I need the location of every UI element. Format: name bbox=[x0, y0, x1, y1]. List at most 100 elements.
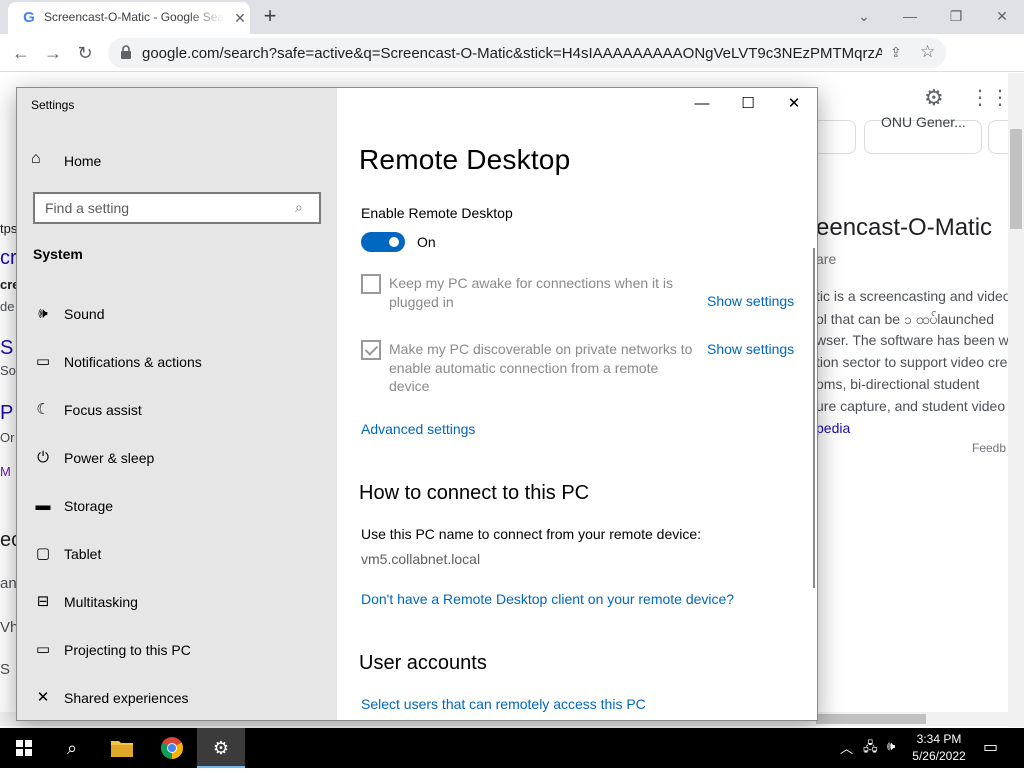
page-title: Remote Desktop bbox=[359, 144, 571, 175]
home-label: Home bbox=[64, 153, 102, 169]
browser-close-button[interactable]: ✕ bbox=[980, 2, 1024, 30]
browser-restore-button[interactable]: ❐ bbox=[934, 2, 978, 30]
url-text: google.com/search?safe=active&q=Screenca… bbox=[142, 45, 882, 62]
network-icon[interactable]: 🖧 bbox=[863, 738, 878, 760]
sidebar-item-label: Tablet bbox=[64, 546, 102, 562]
scrollbar-thumb[interactable] bbox=[816, 714, 926, 724]
volume-icon[interactable]: 🕪 bbox=[887, 738, 895, 754]
search-input[interactable] bbox=[43, 199, 283, 217]
show-hidden-icons-chevron-icon[interactable]: ︿ bbox=[840, 738, 853, 757]
projector-icon: ▭ bbox=[35, 641, 51, 658]
result-fragment[interactable]: M bbox=[0, 464, 11, 479]
sidebar-item-power-sleep[interactable]: ⏻ Power & sleep bbox=[17, 436, 337, 480]
discoverable-label: Make my PC discoverable on private netwo… bbox=[389, 341, 693, 394]
tab-search-icon[interactable]: ⌄ bbox=[842, 2, 886, 30]
browser-minimize-button[interactable]: — bbox=[888, 2, 932, 30]
result-fragment: S bbox=[0, 661, 11, 678]
remote-desktop-client-link[interactable]: Don't have a Remote Desktop client on yo… bbox=[361, 591, 734, 607]
close-button[interactable]: ✕ bbox=[771, 88, 817, 120]
folder-icon bbox=[111, 741, 133, 757]
sidebar-item-label: Storage bbox=[64, 498, 114, 514]
search-icon[interactable]: ⌕ bbox=[295, 199, 303, 216]
show-settings-link[interactable]: Show settings bbox=[707, 341, 794, 357]
discoverable-checkbox[interactable] bbox=[361, 340, 381, 360]
connect-heading: How to connect to this PC bbox=[359, 482, 590, 504]
clock-time: 3:34 PM bbox=[916, 732, 962, 746]
address-bar[interactable]: google.com/search?safe=active&q=Screenca… bbox=[108, 38, 946, 68]
filter-chip[interactable]: ONU Gener... bbox=[864, 114, 982, 154]
notification-icon: ▭ bbox=[35, 353, 51, 370]
shared-icon: ✕ bbox=[36, 689, 50, 706]
minimize-button[interactable]: — bbox=[679, 88, 725, 120]
vertical-scrollbar[interactable] bbox=[1008, 73, 1024, 727]
gear-icon[interactable]: ⚙ bbox=[924, 87, 946, 109]
settings-window: Settings ⌂ Home ⌕ System 🕪 Sound ▭ Notif… bbox=[16, 87, 818, 721]
content-scrollbar[interactable] bbox=[813, 248, 815, 588]
apps-grid-icon[interactable]: ⋮⋮⋮ bbox=[970, 87, 1024, 109]
knowledge-panel-text: oms, bi-directional student bbox=[816, 376, 980, 392]
start-button[interactable] bbox=[0, 728, 48, 768]
pc-name: vm5.collabnet.local bbox=[361, 551, 481, 567]
result-fragment: Or bbox=[0, 430, 15, 445]
keep-awake-label: Keep my PC awake for connections when it… bbox=[389, 275, 674, 310]
chrome-taskbar-icon[interactable] bbox=[148, 728, 196, 768]
storage-icon: ▬ bbox=[35, 497, 51, 514]
toggle-state-label: On bbox=[417, 234, 436, 250]
reload-icon[interactable]: ↻ bbox=[72, 40, 98, 66]
power-icon: ⏻ bbox=[37, 449, 49, 466]
maximize-button[interactable]: ☐ bbox=[725, 88, 771, 120]
toggle-knob bbox=[389, 237, 399, 247]
sidebar-item-projecting[interactable]: ▭ Projecting to this PC bbox=[17, 628, 337, 672]
enable-remote-desktop-label: Enable Remote Desktop bbox=[361, 205, 513, 221]
browser-tab-strip: G Screencast-O-Matic - Google Search ✕ +… bbox=[0, 0, 1024, 34]
scrollbar-thumb[interactable] bbox=[1010, 129, 1022, 229]
sidebar-item-label: Sound bbox=[64, 306, 105, 322]
file-explorer-icon[interactable] bbox=[98, 728, 146, 768]
sidebar-item-sound[interactable]: 🕪 Sound bbox=[17, 292, 337, 336]
find-setting-box[interactable]: ⌕ bbox=[33, 192, 321, 224]
user-accounts-heading: User accounts bbox=[359, 652, 487, 674]
section-title: System bbox=[33, 246, 83, 262]
clock[interactable]: 3:34 PM 5/26/2022 bbox=[904, 731, 974, 765]
sidebar-item-shared-experiences[interactable]: ✕ Shared experiences bbox=[17, 676, 337, 720]
taskbar-search-icon[interactable]: ⌕ bbox=[48, 728, 96, 768]
settings-taskbar-icon[interactable]: ⚙ bbox=[197, 728, 245, 768]
knowledge-panel-text: ure capture, and student video bbox=[816, 398, 1006, 414]
clock-date: 5/26/2022 bbox=[912, 749, 966, 763]
select-users-link[interactable]: Select users that can remotely access th… bbox=[361, 696, 646, 712]
speaker-icon: 🕪 bbox=[38, 305, 48, 322]
lock-icon bbox=[121, 45, 131, 59]
browser-tab[interactable]: G Screencast-O-Matic - Google Search ✕ bbox=[8, 2, 250, 34]
remote-desktop-toggle[interactable] bbox=[361, 232, 405, 252]
knowledge-panel-text: tic is a screencasting and video bbox=[816, 288, 1011, 304]
show-settings-link[interactable]: Show settings bbox=[707, 293, 794, 309]
knowledge-panel-text: ol that can be ၁ ထပ်launched bbox=[816, 311, 995, 327]
knowledge-panel-title: eencast-O-Matic bbox=[816, 214, 993, 241]
new-tab-button[interactable]: + bbox=[258, 5, 282, 29]
back-arrow-icon[interactable]: ← bbox=[8, 40, 34, 66]
wikipedia-link[interactable]: pedia bbox=[816, 420, 850, 436]
result-fragment[interactable]: cr bbox=[0, 247, 17, 270]
tab-close-icon[interactable]: ✕ bbox=[230, 8, 250, 28]
sidebar-item-notifications[interactable]: ▭ Notifications & actions bbox=[17, 340, 337, 384]
bookmark-star-icon[interactable]: ☆ bbox=[920, 42, 935, 62]
action-center-icon[interactable]: ▭ bbox=[983, 737, 998, 757]
sidebar-item-label: Multitasking bbox=[64, 594, 138, 610]
share-icon[interactable]: ⇪ bbox=[890, 44, 902, 61]
sidebar-item-label: Projecting to this PC bbox=[64, 642, 191, 658]
result-fragment[interactable]: P bbox=[0, 402, 13, 425]
connect-description: Use this PC name to connect from your re… bbox=[361, 526, 702, 542]
sidebar-item-multitasking[interactable]: ⊟ Multitasking bbox=[17, 580, 337, 624]
sidebar-item-storage[interactable]: ▬ Storage bbox=[17, 484, 337, 528]
knowledge-panel-text: wser. The software has been w bbox=[816, 332, 1009, 348]
feedback-link[interactable]: Feedb bbox=[972, 441, 1006, 455]
forward-arrow-icon[interactable]: → bbox=[40, 40, 66, 66]
advanced-settings-link[interactable]: Advanced settings bbox=[361, 421, 475, 437]
sidebar-item-tablet[interactable]: ▢ Tablet bbox=[17, 532, 337, 576]
moon-icon: ☾ bbox=[36, 401, 50, 418]
knowledge-panel-subtitle: are bbox=[816, 251, 837, 267]
keep-awake-checkbox[interactable] bbox=[361, 274, 381, 294]
browser-toolbar: ← → ↻ google.com/search?safe=active&q=Sc… bbox=[0, 34, 1024, 97]
result-fragment[interactable]: S bbox=[0, 337, 13, 360]
sidebar-item-focus-assist[interactable]: ☾ Focus assist bbox=[17, 388, 337, 432]
